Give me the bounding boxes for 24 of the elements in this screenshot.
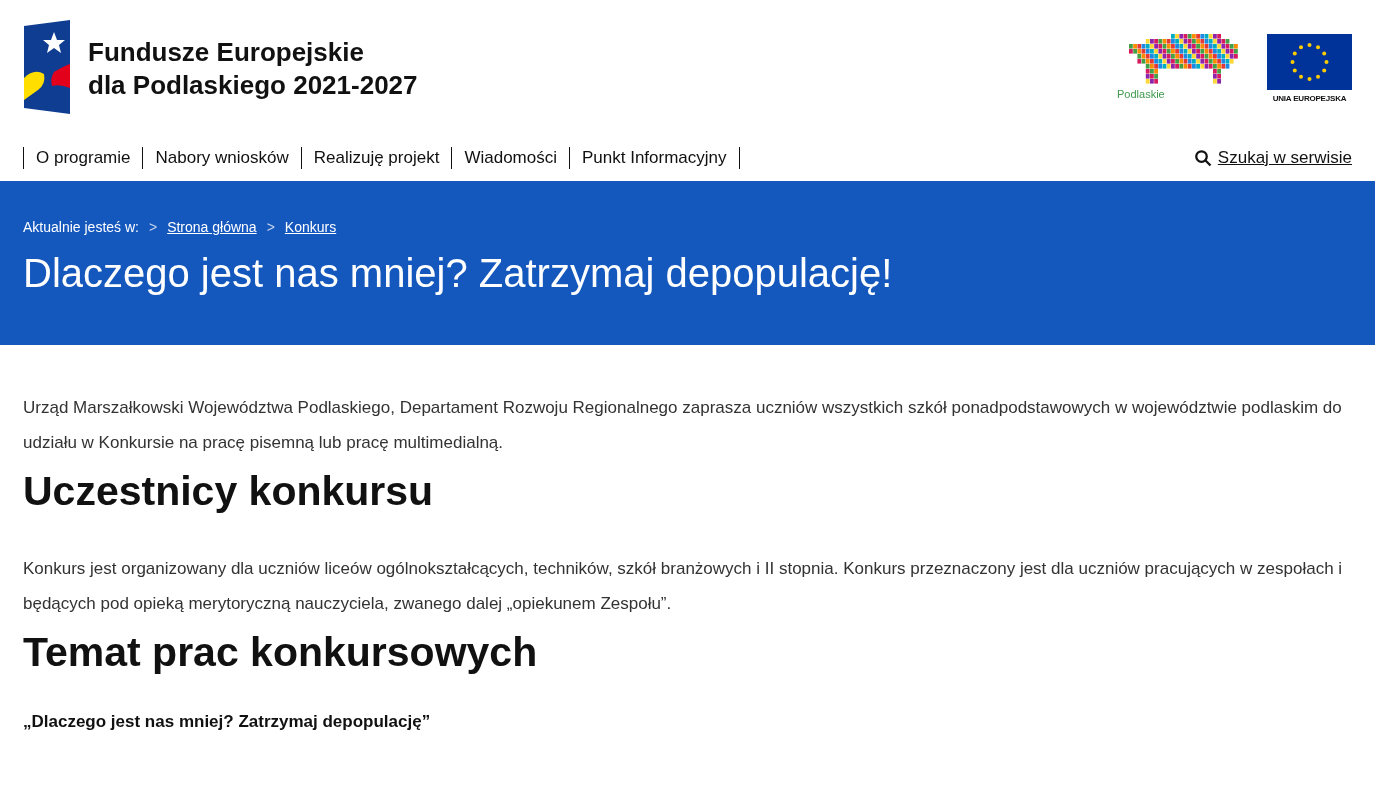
section-heading: Uczestnicy konkursu [23,468,435,515]
eu-logo-text: UNIA EUROPEJSKA [1272,94,1347,103]
brand-title: Fundusze Europejskie [88,36,365,69]
paragraph: Urząd Marszałkowski Województwa Podlaskiego, Departament Rozwoju Regionalnego zaprasza uczniów wszystkich szkół ponadpodstawowych w województwie podlaskim do udziału w Konkursie na pracę pisemną lub pracę multimedialną. [23,397,1343,454]
breadcrumb-link[interactable]: Konkurs [284,219,337,235]
breadcrumb-label: Aktualnie jesteś w: [23,219,139,235]
topic-text: „Dlaczego jest nas mniej? Zatrzymaj depopulację” [23,712,432,732]
program-logo[interactable] [24,20,70,114]
page-title: Dlaczego jest nas mniej? Zatrzymaj depopulację! [23,251,894,296]
section-heading: Temat prac konkursowych [23,629,539,676]
eu-flag-icon [1267,34,1352,90]
breadcrumb-separator: > [148,219,158,235]
search-icon [1193,149,1212,167]
nav-link[interactable]: Punkt Informacyjny [569,147,740,169]
nav-link[interactable]: Nabory wniosków [142,147,301,169]
paragraph: Konkurs jest organizowany dla uczniów liceów ogólnokształcących, techników, szkół branżowych i II stopnia. Konkurs przeznaczony jest dla uczniów pracujących w zespołach i będących pod opieką merytoryczną nauczyciela, zwanego dalej „opiekunem Zespołu”. [23,558,1344,615]
breadcrumb-separator: > [266,219,275,235]
nav-link[interactable]: Wiadomości [451,147,569,169]
brand-title: dla Podlaskiego 2021-2027 [88,69,418,102]
region-logo-text: Podlaskie [1117,88,1165,100]
search-link[interactable]: Szukaj w serwisie [1193,148,1352,168]
nav-link[interactable]: Realizuję projekt [300,147,452,169]
nav-link[interactable]: O programie [23,147,143,169]
breadcrumb-link[interactable]: Strona główna [167,219,257,235]
